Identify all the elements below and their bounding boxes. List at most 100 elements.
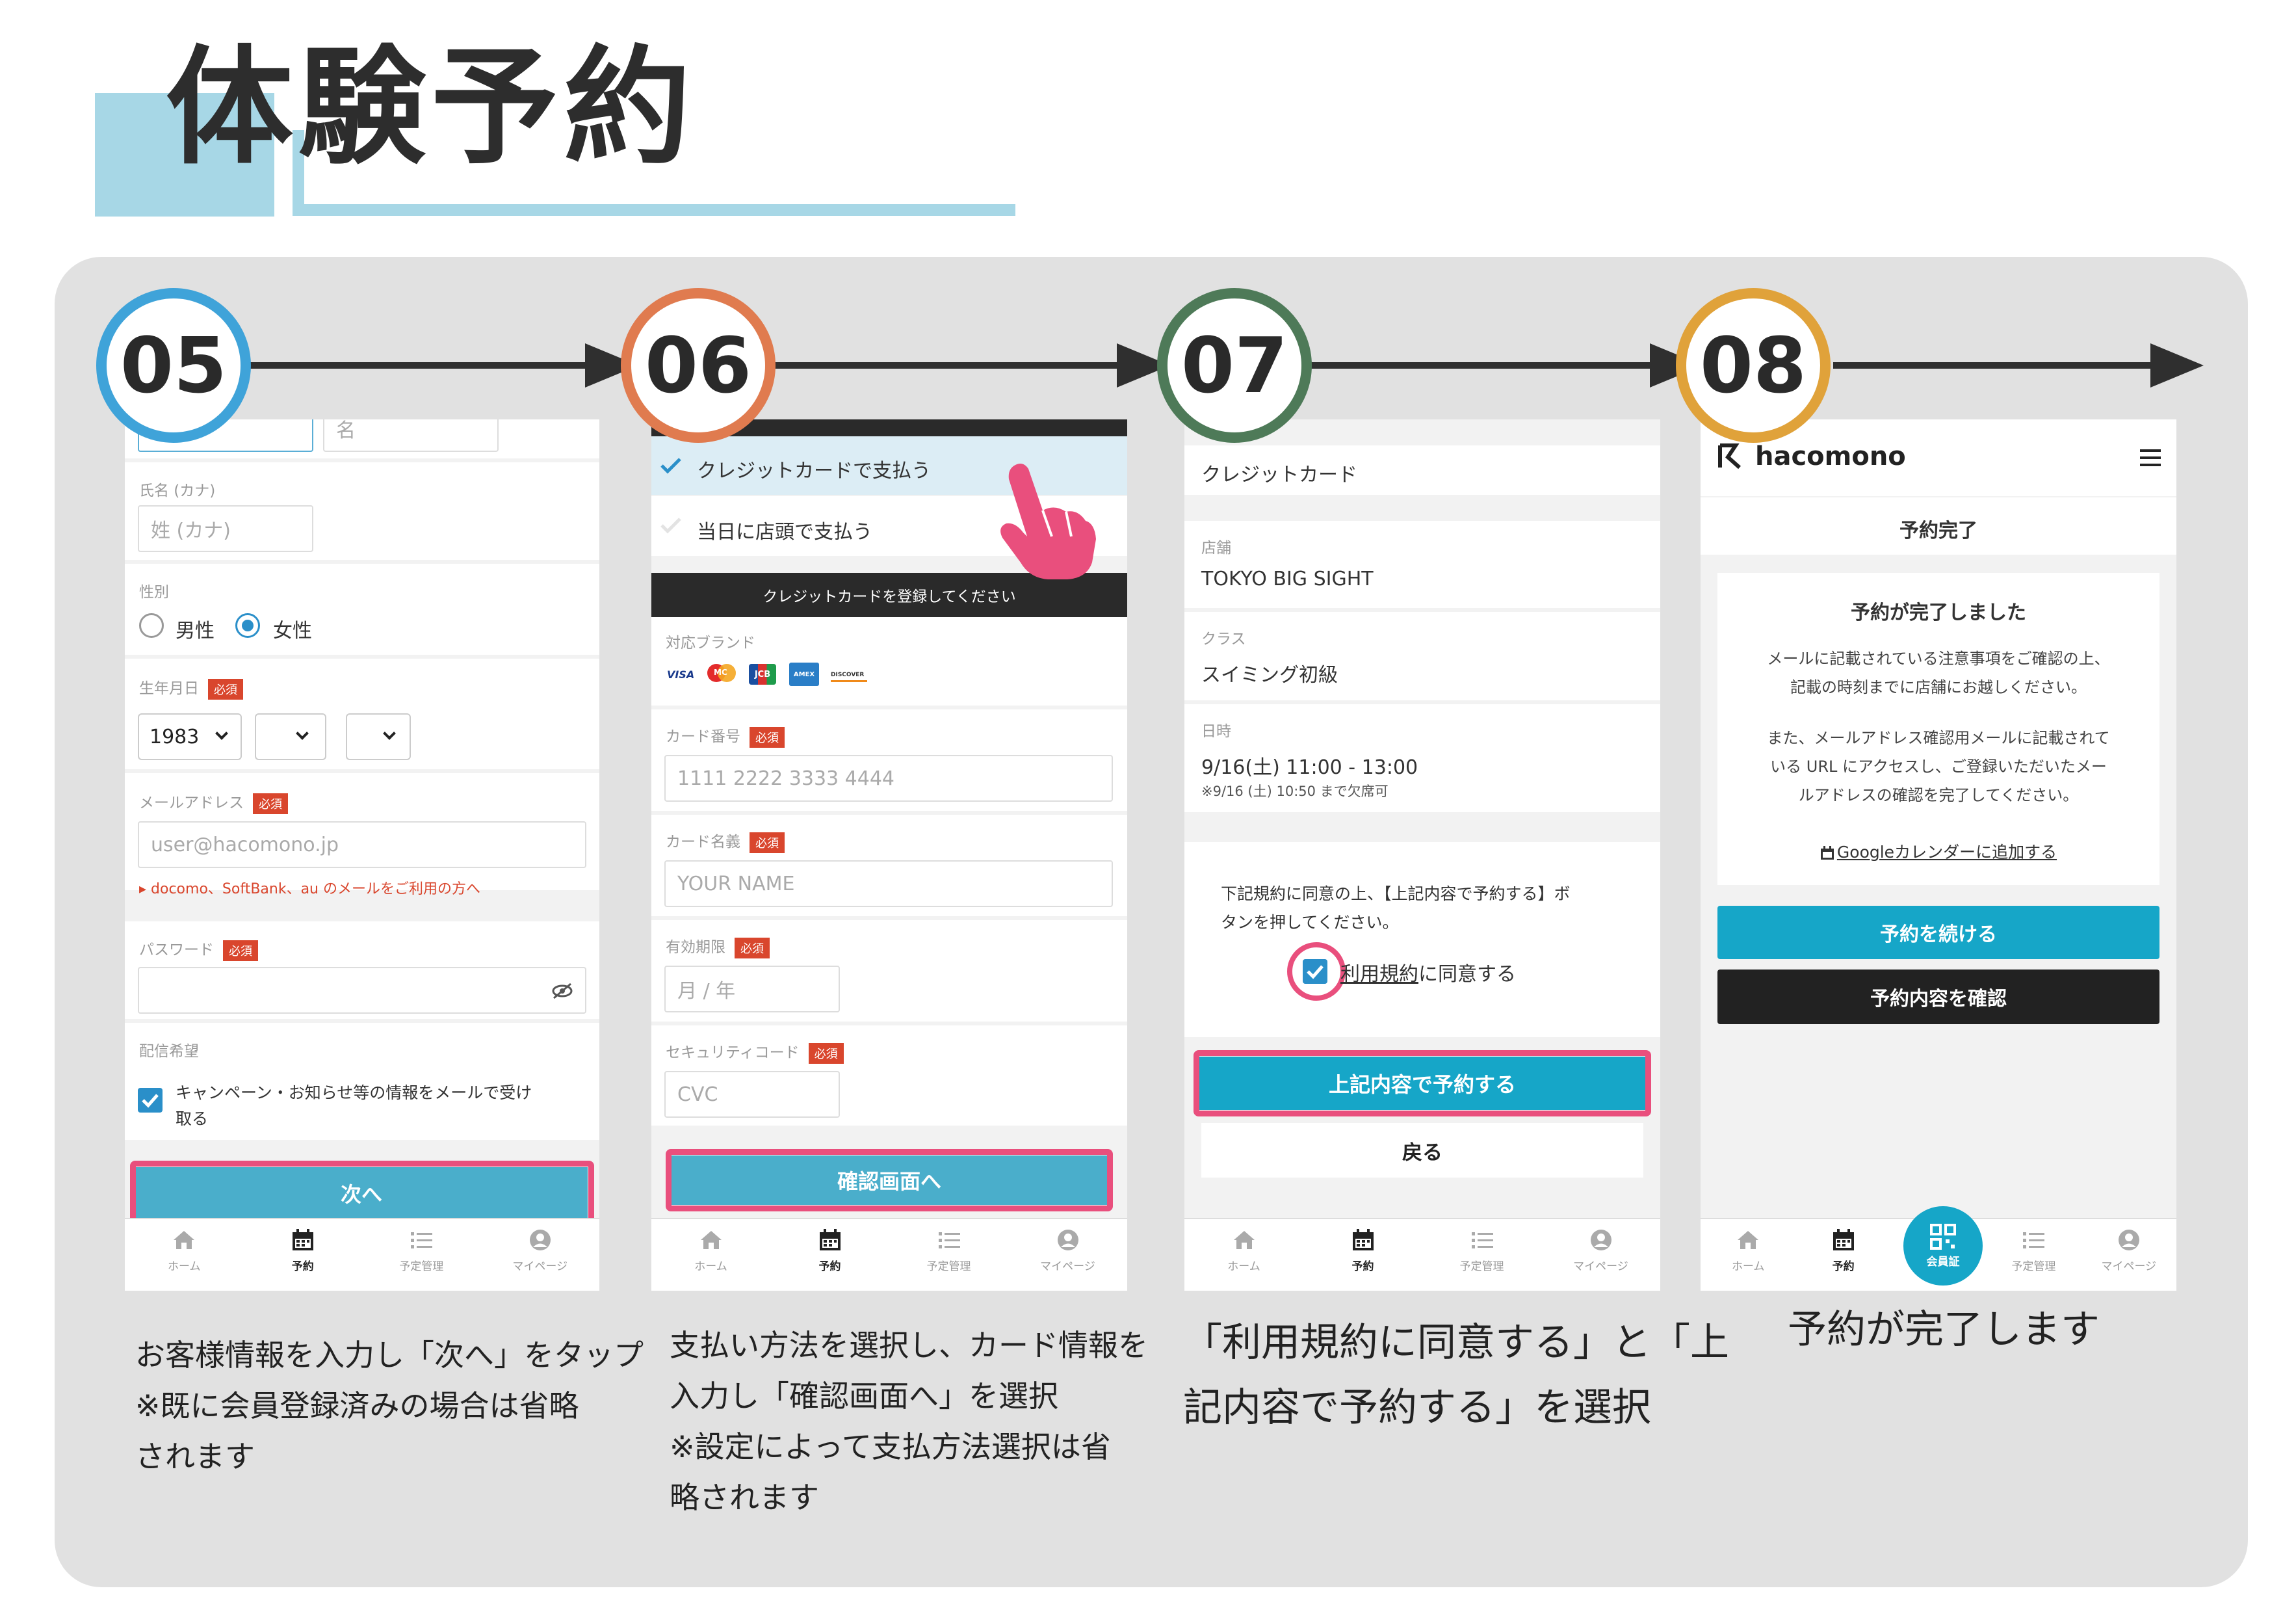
birth-day-select[interactable]: [346, 713, 411, 760]
birth-year-select[interactable]: 1983: [138, 713, 242, 760]
pay-store-label: 当日に店頭で支払う: [697, 521, 872, 544]
datetime-label: 日時: [1201, 723, 1231, 740]
required-badge: 必須: [208, 678, 243, 700]
nav-home[interactable]: ホーム: [1184, 1228, 1303, 1273]
nav-reserve[interactable]: 予約: [1795, 1228, 1890, 1273]
complete-message-3: また、メールアドレス確認用メールに記載されて: [1767, 729, 2110, 747]
step-05-circle: 05: [96, 288, 251, 443]
agree-instruction: 下記規約に同意の上、【上記内容で予約する】ボ: [1221, 884, 1571, 903]
reserve-button-highlight: [1194, 1050, 1651, 1116]
bottom-nav: ホーム 予約 予定管理 マイページ: [125, 1218, 599, 1291]
check-reservation-button[interactable]: 予約内容を確認: [1717, 970, 2159, 1024]
first-name-input[interactable]: 名: [323, 419, 499, 452]
calendar-icon: [292, 1229, 313, 1250]
brand-name: hacomono: [1755, 442, 1906, 471]
nav-reserve[interactable]: 予約: [1303, 1228, 1422, 1273]
required-badge: 必須: [750, 726, 785, 748]
complete-page-title: 予約完了: [1899, 520, 1977, 542]
brand-mastercard-icon: MC: [707, 664, 737, 685]
calendar-icon: [819, 1229, 841, 1250]
calendar-icon: [1352, 1229, 1374, 1250]
calendar-icon: [1820, 846, 1834, 860]
cvc-input[interactable]: CVC: [664, 1071, 840, 1118]
terms-link[interactable]: 利用規約: [1340, 963, 1418, 986]
user-icon: [1590, 1230, 1611, 1250]
nav-reserve[interactable]: 予約: [770, 1228, 889, 1273]
hacomono-logo-icon: [1718, 443, 1741, 469]
nav-mypage[interactable]: マイページ: [1008, 1228, 1127, 1273]
nav-schedule[interactable]: 予定管理: [1422, 1228, 1541, 1273]
eye-off-icon[interactable]: [551, 983, 573, 999]
brands-label: 対応ブランド: [666, 635, 755, 652]
gender-female-radio[interactable]: [235, 613, 260, 638]
step-06-caption-2: 入力し「確認画面へ」を選択: [670, 1379, 1058, 1414]
nav-mypage[interactable]: マイページ: [1541, 1228, 1660, 1273]
class-label: クラス: [1201, 631, 1246, 648]
continue-reservation-button[interactable]: 予約を続ける: [1717, 906, 2159, 959]
nav-schedule[interactable]: 予定管理: [362, 1228, 481, 1273]
store-label: 店舗: [1201, 540, 1231, 557]
cvc-section: セキュリティコード 必須 CVC: [651, 1025, 1127, 1126]
gender-section: 性別 男性 女性: [125, 564, 599, 655]
expiry-input[interactable]: 月 / 年: [664, 966, 840, 1012]
brands-section: 対応ブランド VISA MC JCB AMEX DISCOVER: [651, 617, 1127, 706]
check-icon: [660, 518, 681, 534]
nav-home[interactable]: ホーム: [125, 1228, 244, 1273]
kana-section: 氏名 (カナ) 姓 (カナ): [125, 462, 599, 560]
expiry-label: 有効期限 必須: [666, 934, 770, 958]
required-badge: 必須: [223, 940, 258, 961]
card-name-section: カード名義 必須 YOUR NAME: [651, 815, 1127, 916]
birth-month-select[interactable]: [255, 713, 326, 760]
required-badge: 必須: [253, 793, 288, 814]
store-section: 店舗 TOKYO BIG SIGHT: [1184, 521, 1660, 608]
email-input[interactable]: user@hacomono.jp: [138, 821, 586, 868]
nav-reserve[interactable]: 予約: [244, 1228, 363, 1273]
user-icon: [1057, 1230, 1078, 1250]
nav-mypage[interactable]: マイページ: [2081, 1228, 2176, 1273]
list-icon: [938, 1232, 960, 1248]
kana-placeholder: 姓 (カナ): [151, 520, 231, 542]
home-icon: [1738, 1231, 1759, 1249]
screen-05-registration: 名 氏名 (カナ) 姓 (カナ) 性別 男性 女性 生年月日 必須 1983 メー…: [125, 419, 599, 1291]
pay-credit-label: クレジットカードで支払う: [697, 460, 931, 482]
kana-input[interactable]: 姓 (カナ): [138, 505, 313, 552]
cancel-note: ※9/16 (土) 10:50 まで欠席可: [1201, 784, 1389, 799]
card-name-input[interactable]: YOUR NAME: [664, 860, 1113, 907]
qr-code-icon: [1930, 1223, 1956, 1250]
step-06-caption-1: 支払い方法を選択し、カード情報を: [670, 1328, 1148, 1363]
brand-amex-icon: AMEX: [789, 663, 819, 686]
email-section: メールアドレス 必須 user@hacomono.jp ▸ docomo、Soft…: [125, 773, 599, 897]
cvc-label: セキュリティコード 必須: [666, 1040, 844, 1064]
card-number-label: カード番号 必須: [666, 724, 785, 748]
terms-row: 利用規約に同意する: [1340, 958, 1516, 986]
gender-male-radio[interactable]: [139, 613, 164, 638]
password-input[interactable]: [138, 967, 586, 1014]
card-number-input[interactable]: 1111 2222 3333 4444: [664, 755, 1113, 802]
newsletter-checkbox[interactable]: [138, 1088, 163, 1113]
arrow-08-end: [1833, 362, 2171, 369]
calendar-icon: [1833, 1229, 1854, 1250]
step-06-caption-4: 略されます: [670, 1480, 819, 1515]
title-bar: 予約完了: [1701, 497, 2176, 555]
newsletter-text: キャンペーン・お知らせ等の情報をメールで受け: [176, 1083, 532, 1102]
card-number-section: カード番号 必須 1111 2222 3333 4444: [651, 709, 1127, 811]
nav-schedule[interactable]: 予定管理: [889, 1228, 1008, 1273]
complete-card: 予約が完了しました メールに記載されている注意事項をご確認の上、 記載の時刻まで…: [1717, 573, 2159, 885]
complete-message-5: ルアドレスの確認を完了してください。: [1798, 786, 2079, 804]
email-carrier-note-link[interactable]: ▸ docomo、SoftBank、au のメールをご利用の方へ: [139, 877, 480, 898]
step-08-circle: 08: [1676, 288, 1831, 443]
member-card-button[interactable]: 会員証: [1903, 1206, 1983, 1286]
payment-value: クレジットカード: [1201, 464, 1357, 486]
complete-message-4: いる URL にアクセスし、ご登録いただいたメー: [1770, 758, 2107, 776]
hamburger-menu-icon[interactable]: [2140, 449, 2161, 466]
nav-home[interactable]: ホーム: [651, 1228, 770, 1273]
page-title: 体験予約: [166, 34, 697, 182]
complete-heading: 予約が完了しました: [1851, 601, 2026, 624]
google-calendar-link[interactable]: Googleカレンダーに追加する: [1717, 839, 2159, 863]
gender-label: 性別: [139, 584, 169, 601]
birth-label: 生年月日 必須: [139, 676, 243, 700]
nav-home[interactable]: ホーム: [1701, 1228, 1795, 1273]
nav-schedule[interactable]: 予定管理: [1986, 1228, 2081, 1273]
nav-mypage[interactable]: マイページ: [481, 1228, 600, 1273]
back-button[interactable]: 戻る: [1201, 1123, 1643, 1178]
